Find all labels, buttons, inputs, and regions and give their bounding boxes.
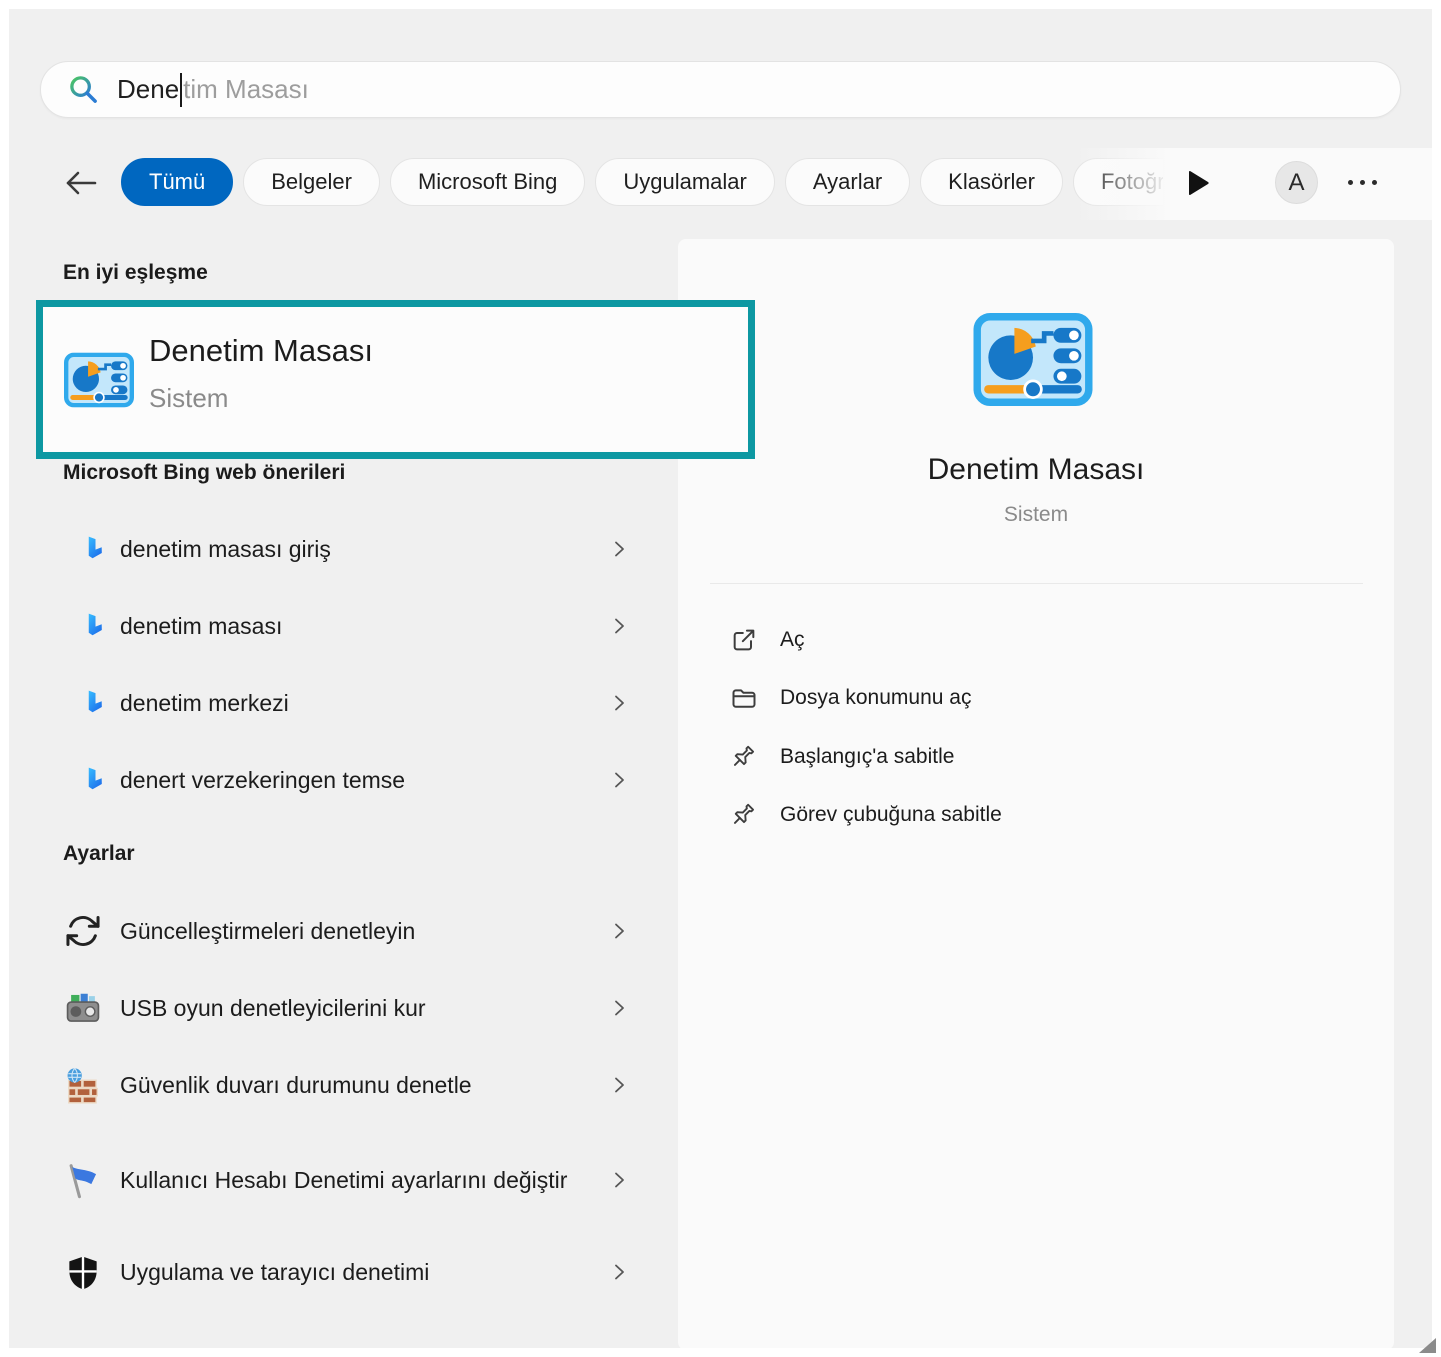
- chevron-right-icon[interactable]: [607, 996, 631, 1020]
- open-external-icon: [730, 626, 758, 654]
- refresh-icon: [64, 912, 102, 950]
- suggestion-label: denetim masası: [120, 608, 282, 644]
- search-icon: [68, 74, 99, 105]
- control-panel-icon: [64, 352, 134, 408]
- avatar-letter: A: [1288, 169, 1304, 197]
- tab-ayarlar[interactable]: Ayarlar: [785, 158, 910, 206]
- scroll-tabs-right-icon[interactable]: [1185, 169, 1211, 197]
- setting-label: Uygulama ve tarayıcı denetimi: [120, 1254, 429, 1290]
- text-caret: [180, 73, 182, 107]
- tab-tumu[interactable]: Tümü: [121, 158, 233, 206]
- chevron-right-icon[interactable]: [607, 1168, 631, 1192]
- suggestion-label: denetim masası giriş: [120, 531, 331, 567]
- best-match-title: Denetim Masası: [149, 333, 373, 369]
- action-open[interactable]: Aç: [678, 612, 1394, 668]
- game-controller-icon: [64, 989, 102, 1027]
- search-query: Denetim Masası: [117, 73, 309, 107]
- chevron-right-icon[interactable]: [607, 919, 631, 943]
- suggestion-label: denetim merkezi: [120, 685, 289, 721]
- pin-icon: [730, 743, 758, 771]
- best-match-subtitle: Sistem: [149, 383, 228, 414]
- search-input[interactable]: Denetim Masası: [40, 61, 1401, 118]
- chevron-right-icon[interactable]: [607, 1073, 631, 1097]
- preview-title: Denetim Masası: [678, 453, 1394, 487]
- chevron-right-icon[interactable]: [607, 614, 631, 638]
- bing-icon: [82, 536, 109, 563]
- bing-suggestion-row[interactable]: denert verzekeringen temse: [40, 752, 662, 808]
- suggestion-label: denert verzekeringen temse: [120, 762, 405, 798]
- action-open-file-location[interactable]: Dosya konumunu aç: [678, 670, 1394, 726]
- action-label: Aç: [780, 628, 805, 652]
- chevron-right-icon[interactable]: [607, 691, 631, 715]
- tab-microsoft-bing[interactable]: Microsoft Bing: [390, 158, 585, 206]
- setting-row-uac-settings[interactable]: Kullanıcı Hesabı Denetimi ayarlarını değ…: [40, 1134, 662, 1226]
- bing-suggestion-row[interactable]: denetim merkezi: [40, 675, 662, 731]
- action-label: Dosya konumunu aç: [780, 686, 971, 710]
- best-match-header: En iyi eşleşme: [63, 261, 208, 285]
- bing-suggestion-row[interactable]: denetim masası giriş: [40, 521, 662, 577]
- tab-uygulamalar[interactable]: Uygulamalar: [595, 158, 775, 206]
- setting-label: USB oyun denetleyicilerini kur: [120, 990, 426, 1026]
- bing-icon: [82, 690, 109, 717]
- setting-row-usb-game-controllers[interactable]: USB oyun denetleyicilerini kur: [40, 980, 662, 1036]
- control-panel-icon: [973, 313, 1093, 406]
- chevron-right-icon[interactable]: [607, 537, 631, 561]
- preview-subtitle: Sistem: [678, 503, 1394, 527]
- resize-grip[interactable]: [1419, 1338, 1436, 1353]
- action-label: Başlangıç'a sabitle: [780, 745, 954, 769]
- tab-klasorler[interactable]: Klasörler: [920, 158, 1063, 206]
- tab-belgeler[interactable]: Belgeler: [243, 158, 380, 206]
- chevron-right-icon[interactable]: [607, 768, 631, 792]
- setting-row-check-updates[interactable]: Güncelleştirmeleri denetleyin: [40, 903, 662, 959]
- bing-section-header: Microsoft Bing web önerileri: [63, 461, 345, 485]
- action-label: Görev çubuğuna sabitle: [780, 803, 1002, 827]
- action-pin-to-taskbar[interactable]: Görev çubuğuna sabitle: [678, 787, 1394, 843]
- account-avatar[interactable]: A: [1275, 161, 1318, 204]
- setting-label: Kullanıcı Hesabı Denetimi ayarlarını değ…: [120, 1162, 567, 1198]
- preview-panel: Denetim Masası Sistem Aç Dosya konumunu …: [678, 239, 1394, 1350]
- tabs-fade-overlay: [1075, 148, 1441, 220]
- folder-icon: [730, 684, 758, 712]
- best-match-result[interactable]: Denetim Masası Sistem: [43, 307, 748, 452]
- search-typed-text: Dene: [117, 74, 179, 105]
- setting-label: Güvenlik duvarı durumunu denetle: [120, 1067, 472, 1103]
- action-pin-to-start[interactable]: Başlangıç'a sabitle: [678, 729, 1394, 785]
- pin-icon: [730, 801, 758, 829]
- uac-flag-icon: [64, 1161, 102, 1199]
- divider: [710, 583, 1363, 584]
- search-suggestion-text: tim Masası: [183, 74, 309, 105]
- settings-section-header: Ayarlar: [63, 842, 135, 866]
- bing-icon: [82, 767, 109, 794]
- more-options-icon[interactable]: [1348, 180, 1377, 185]
- best-match-highlight-box: Denetim Masası Sistem: [36, 300, 755, 459]
- search-filter-tabs: Tümü Belgeler Microsoft Bing Uygulamalar…: [121, 158, 1163, 208]
- setting-label: Güncelleştirmeleri denetleyin: [120, 913, 415, 949]
- bing-suggestion-row[interactable]: denetim masası: [40, 598, 662, 654]
- back-arrow-icon[interactable]: [62, 165, 100, 201]
- bing-icon: [82, 613, 109, 640]
- security-shield-icon: [64, 1253, 102, 1291]
- firewall-icon: [64, 1066, 102, 1104]
- setting-row-app-browser-control[interactable]: Uygulama ve tarayıcı denetimi: [40, 1244, 662, 1300]
- setting-row-firewall-status[interactable]: Güvenlik duvarı durumunu denetle: [40, 1057, 662, 1113]
- chevron-right-icon[interactable]: [607, 1260, 631, 1284]
